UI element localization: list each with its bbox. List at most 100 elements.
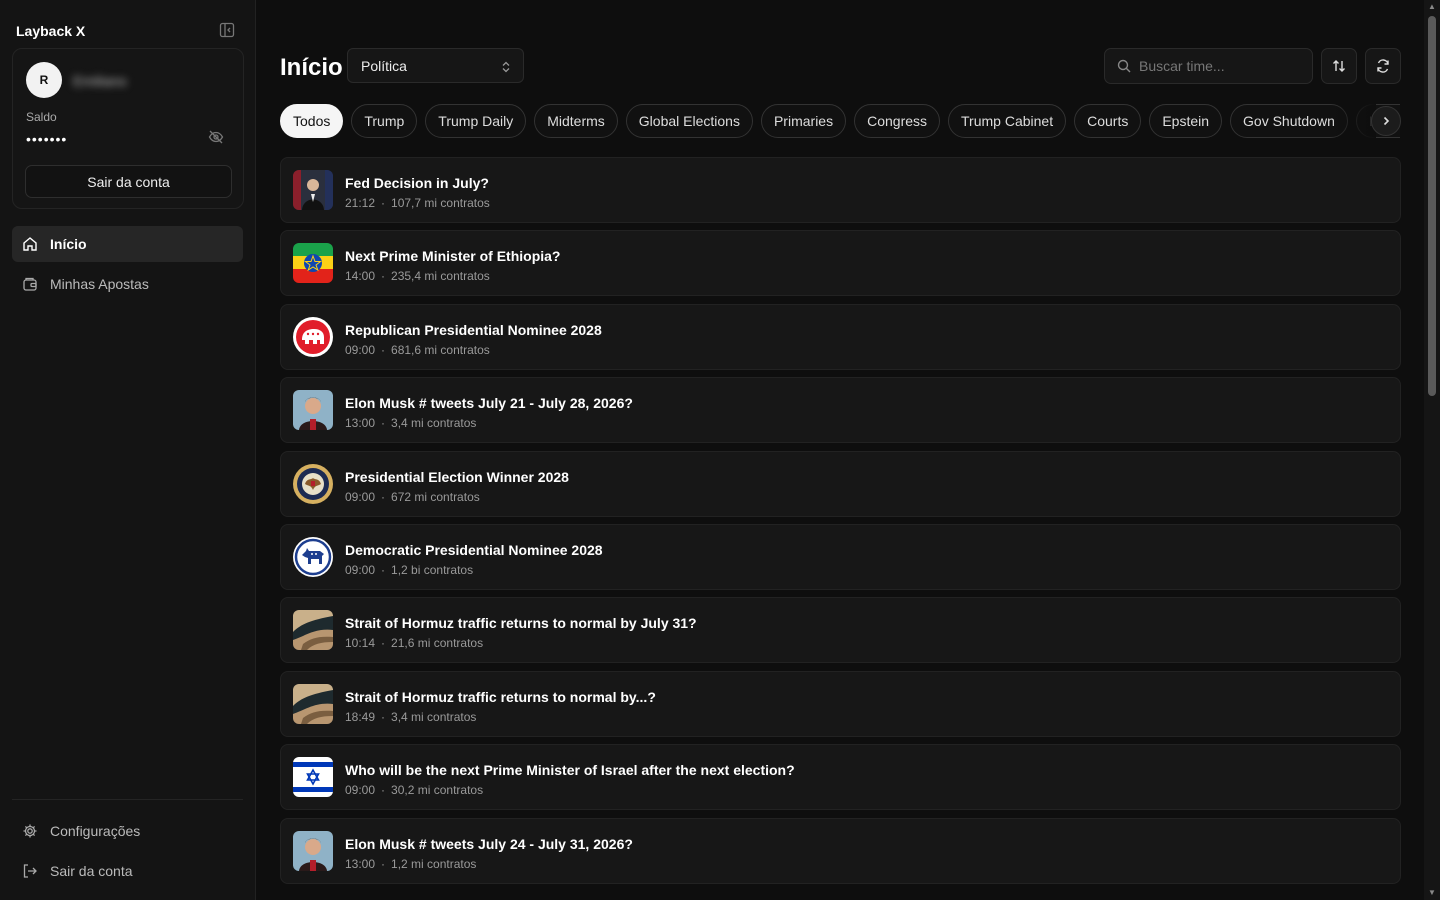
- market-row[interactable]: Republican Presidential Nominee 2028 09:0…: [280, 303, 1401, 370]
- market-meta: 09:00 · 1,2 bi contratos: [345, 563, 473, 577]
- market-title: Strait of Hormuz traffic returns to norm…: [345, 688, 656, 705]
- market-time: 09:00: [345, 562, 376, 577]
- market-thumbnail: [293, 463, 333, 504]
- username: Emiliano: [73, 73, 127, 89]
- market-row[interactable]: Next Prime Minister of Ethiopia? 14:00 · 23…: [280, 230, 1401, 297]
- market-row[interactable]: Presidential Election Winner 2028 09:00 · 6…: [280, 450, 1401, 517]
- chevron-updown-icon: [501, 60, 511, 73]
- filter-chip[interactable]: Trump: [351, 104, 418, 138]
- market-time: 18:49: [345, 709, 376, 724]
- market-thumbnail: [293, 316, 333, 357]
- meta-separator: ·: [381, 709, 386, 724]
- sidebar-item-logout[interactable]: Sair da conta: [12, 853, 243, 889]
- market-title: Democratic Presidential Nominee 2028: [345, 541, 603, 558]
- market-meta: 10:14 · 21,6 mi contratos: [345, 636, 483, 650]
- sort-button[interactable]: [1321, 48, 1357, 84]
- market-meta: 18:49 · 3,4 mi contratos: [345, 710, 476, 724]
- refresh-button[interactable]: [1365, 48, 1401, 84]
- market-row[interactable]: Elon Musk # tweets July 21 - July 28, 20…: [280, 377, 1401, 444]
- chevron-right-icon: [1380, 115, 1392, 127]
- meta-separator: ·: [381, 783, 386, 798]
- sidebar-item-my-bets[interactable]: Minhas Apostas: [12, 266, 243, 302]
- filter-chip[interactable]: Congress: [854, 104, 941, 138]
- market-meta: 09:00 · 681,6 mi contratos: [345, 343, 490, 357]
- market-volume: 672 mi contratos: [391, 489, 480, 504]
- market-title: Elon Musk # tweets July 24 - July 31, 20…: [345, 835, 633, 852]
- market-thumbnail: [293, 390, 333, 431]
- filter-chips: Todos Trump Trump Daily Midterms Global Elec…: [280, 104, 1400, 138]
- logout-icon: [22, 863, 38, 879]
- sidebar-item-settings[interactable]: Configurações: [12, 813, 243, 849]
- market-row[interactable]: Who will be the next Prime Minister of I…: [280, 744, 1401, 811]
- market-row[interactable]: Elon Musk # tweets July 24 - July 31, 20…: [280, 817, 1401, 884]
- filter-chip[interactable]: Todos: [280, 104, 344, 138]
- market-title: Strait of Hormuz traffic returns to norm…: [345, 615, 697, 632]
- market-thumbnail: [293, 610, 333, 651]
- scrollbar-thumb[interactable]: [1428, 16, 1436, 396]
- filter-chip[interactable]: Midterms: [534, 104, 618, 138]
- sidebar-item-label: Início: [50, 236, 87, 252]
- market-time: 09:00: [345, 783, 376, 798]
- user-card: R Emiliano Saldo ••••••• Sair da conta: [12, 48, 244, 209]
- sidebar-item-label: Configurações: [50, 823, 141, 839]
- market-list: Fed Decision in July? 21:12 · 107,7 mi cont…: [280, 157, 1401, 891]
- chips-fade: [1331, 104, 1376, 138]
- market-row[interactable]: Strait of Hormuz traffic returns to norm…: [280, 597, 1401, 664]
- market-row[interactable]: Fed Decision in July? 21:12 · 107,7 mi cont…: [280, 157, 1401, 223]
- search-input[interactable]: [1139, 58, 1299, 74]
- market-thumbnail: [293, 683, 333, 724]
- filter-chip[interactable]: Trump Daily: [425, 104, 527, 138]
- scroll-down-icon[interactable]: ▼: [1428, 889, 1436, 897]
- category-select[interactable]: Política: [347, 48, 524, 83]
- sort-icon: [1331, 58, 1347, 74]
- sidebar-collapse-icon[interactable]: [219, 22, 235, 38]
- main-content: Início Política TodosTrumpTrump DailyMid…: [256, 0, 1424, 900]
- sidebar-item-home[interactable]: Início: [12, 226, 243, 262]
- filter-chip[interactable]: Trump Cabinet: [948, 104, 1067, 138]
- chips-next-button[interactable]: [1371, 106, 1401, 136]
- market-time: 13:00: [345, 856, 376, 871]
- market-volume: 30,2 mi contratos: [391, 783, 484, 798]
- brand-name: Layback X: [16, 23, 86, 39]
- market-volume: 1,2 bi contratos: [391, 562, 474, 577]
- scroll-up-icon[interactable]: ▲: [1428, 3, 1436, 11]
- market-volume: 107,7 mi contratos: [391, 196, 490, 210]
- market-time: 14:00: [345, 269, 376, 284]
- meta-separator: ·: [381, 636, 386, 651]
- market-row[interactable]: Strait of Hormuz traffic returns to norm…: [280, 670, 1401, 737]
- logout-button[interactable]: Sair da conta: [25, 165, 232, 198]
- market-thumbnail: [293, 170, 333, 210]
- market-title: Elon Musk # tweets July 21 - July 28, 20…: [345, 395, 633, 412]
- search-box[interactable]: [1104, 48, 1313, 84]
- meta-separator: ·: [381, 342, 386, 357]
- page-title: Início: [280, 54, 343, 81]
- market-time: 10:14: [345, 636, 376, 651]
- market-time: 09:00: [345, 489, 376, 504]
- filter-chip[interactable]: Courts: [1074, 104, 1142, 138]
- market-time: 09:00: [345, 342, 376, 357]
- search-icon: [1117, 59, 1131, 73]
- filter-chip[interactable]: Global Elections: [625, 104, 753, 138]
- filter-chip[interactable]: Primaries: [760, 104, 847, 138]
- category-select-value: Política: [361, 57, 407, 74]
- meta-separator: ·: [381, 489, 386, 504]
- market-meta: 21:12 · 107,7 mi contratos: [345, 196, 490, 210]
- balance-value: •••••••: [26, 131, 68, 147]
- sidebar-item-label: Minhas Apostas: [50, 276, 149, 292]
- meta-separator: ·: [381, 416, 386, 431]
- market-time: 13:00: [345, 416, 376, 431]
- market-thumbnail: [293, 536, 333, 577]
- market-volume: 1,2 mi contratos: [391, 856, 477, 871]
- eye-off-icon[interactable]: [208, 129, 224, 145]
- sidebar-divider: [12, 799, 243, 800]
- market-thumbnail: [293, 243, 333, 284]
- gear-icon: [22, 823, 38, 839]
- market-row[interactable]: Democratic Presidential Nominee 2028 09:0…: [280, 523, 1401, 590]
- market-title: Fed Decision in July?: [345, 175, 489, 191]
- sidebar-item-label: Sair da conta: [50, 863, 133, 879]
- market-meta: 13:00 · 3,4 mi contratos: [345, 416, 476, 430]
- market-volume: 3,4 mi contratos: [391, 709, 477, 724]
- market-meta: 09:00 · 672 mi contratos: [345, 490, 480, 504]
- scrollbar[interactable]: ▲ ▼: [1424, 0, 1440, 900]
- filter-chip[interactable]: Epstein: [1149, 104, 1223, 138]
